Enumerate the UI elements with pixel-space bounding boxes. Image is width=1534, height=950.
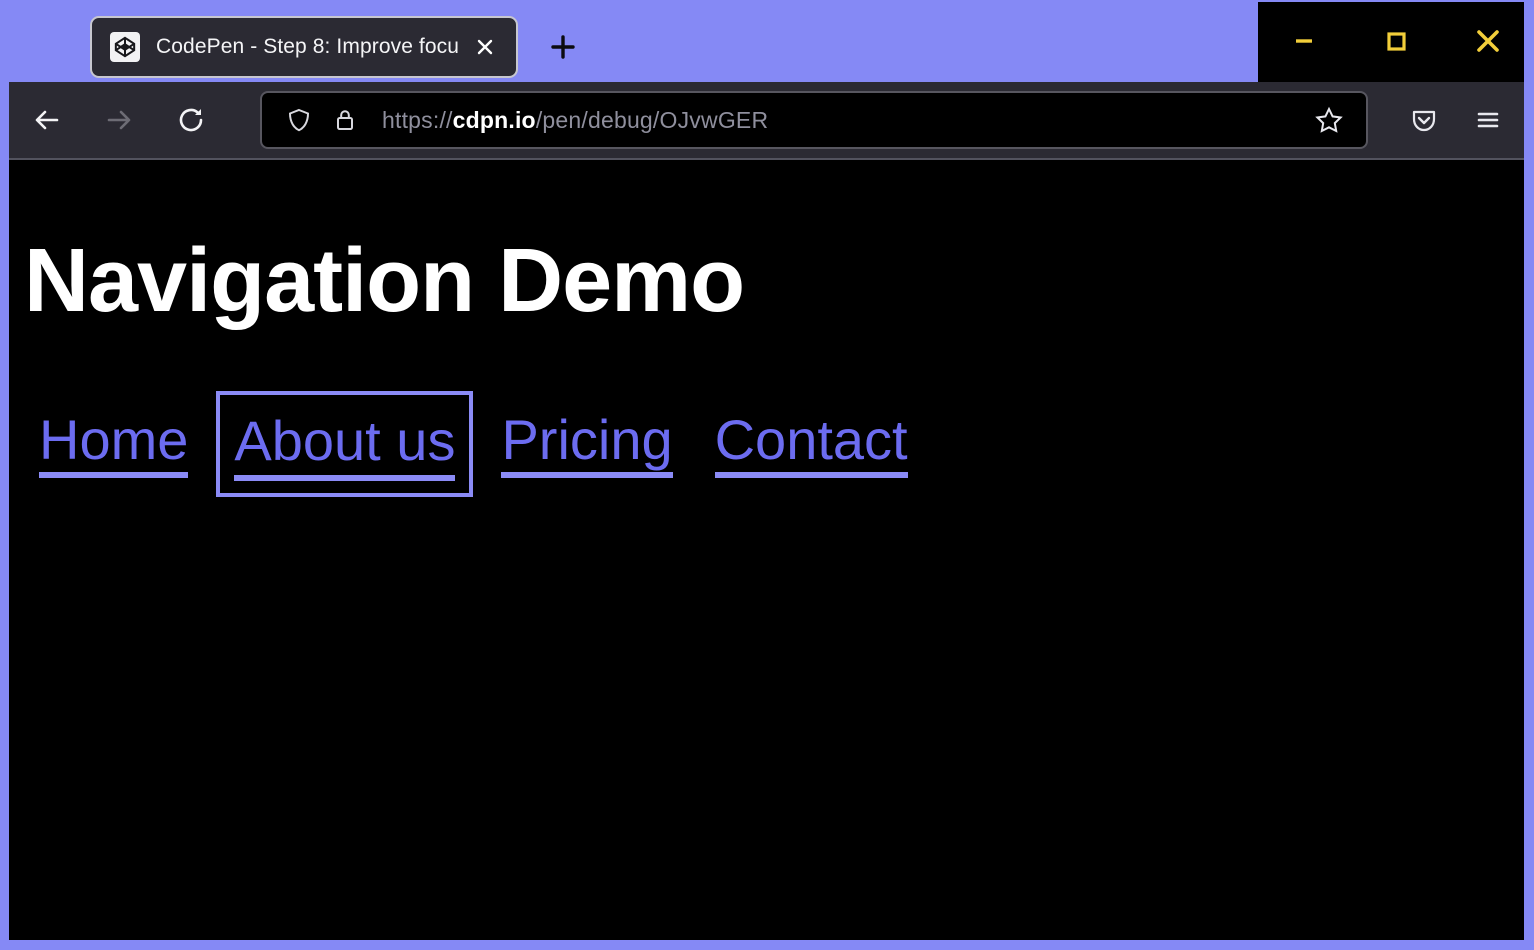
window-close-button[interactable] [1453, 8, 1523, 74]
bookmark-star-icon[interactable] [1306, 97, 1352, 143]
nav-link-label: About us [234, 409, 455, 472]
url-path: /pen/debug/OJvwGER [536, 107, 768, 133]
tab-title: CodePen - Step 8: Improve focu [156, 16, 474, 78]
plus-icon [547, 31, 579, 63]
codepen-favicon [110, 32, 140, 62]
tab-strip: CodePen - Step 8: Improve focu [0, 0, 1534, 82]
secure-lock-icon[interactable] [328, 103, 362, 137]
link-underline [39, 472, 188, 478]
window-maximize-button[interactable] [1361, 8, 1431, 74]
site-navigation: Home About us Pricing Contact [24, 391, 1510, 497]
hamburger-menu-icon[interactable] [1460, 92, 1516, 148]
address-bar[interactable]: https://cdpn.io/pen/debug/OJvwGER [260, 91, 1368, 149]
link-underline [501, 472, 672, 478]
nav-link-label: Home [39, 408, 188, 471]
new-tab-button[interactable] [534, 18, 592, 76]
arrow-left-icon [30, 103, 64, 137]
close-icon [1470, 23, 1506, 59]
link-underline [234, 475, 455, 481]
nav-link-home[interactable]: Home [25, 400, 202, 488]
nav-link-contact[interactable]: Contact [701, 400, 922, 488]
pocket-icon[interactable] [1396, 92, 1452, 148]
maximize-icon [1380, 25, 1412, 57]
browser-toolbar: https://cdpn.io/pen/debug/OJvwGER [0, 82, 1534, 160]
browser-window: CodePen - Step 8: Improve focu [0, 0, 1534, 950]
nav-link-label: Pricing [501, 408, 672, 471]
nav-link-pricing[interactable]: Pricing [487, 400, 686, 488]
nav-link-about-us[interactable]: About us [216, 391, 473, 497]
window-minimize-button[interactable] [1269, 8, 1339, 74]
link-underline [715, 472, 908, 478]
page-title: Navigation Demo [24, 160, 1510, 329]
back-button[interactable] [18, 91, 76, 149]
nav-link-label: Contact [715, 408, 908, 471]
reload-icon [174, 103, 208, 137]
arrow-right-icon [102, 103, 136, 137]
minimize-icon [1288, 25, 1320, 57]
tracking-protection-shield-icon[interactable] [282, 103, 316, 137]
url-scheme: https:// [382, 107, 453, 133]
page-viewport: Navigation Demo Home About us Pricing Co… [0, 160, 1534, 950]
browser-tab[interactable]: CodePen - Step 8: Improve focu [90, 16, 518, 78]
url-host: cdpn.io [453, 107, 536, 133]
tab-close-icon[interactable] [468, 30, 502, 64]
address-bar-url: https://cdpn.io/pen/debug/OJvwGER [382, 107, 1306, 134]
forward-button[interactable] [90, 91, 148, 149]
window-controls [1258, 0, 1534, 82]
reload-button[interactable] [162, 91, 220, 149]
